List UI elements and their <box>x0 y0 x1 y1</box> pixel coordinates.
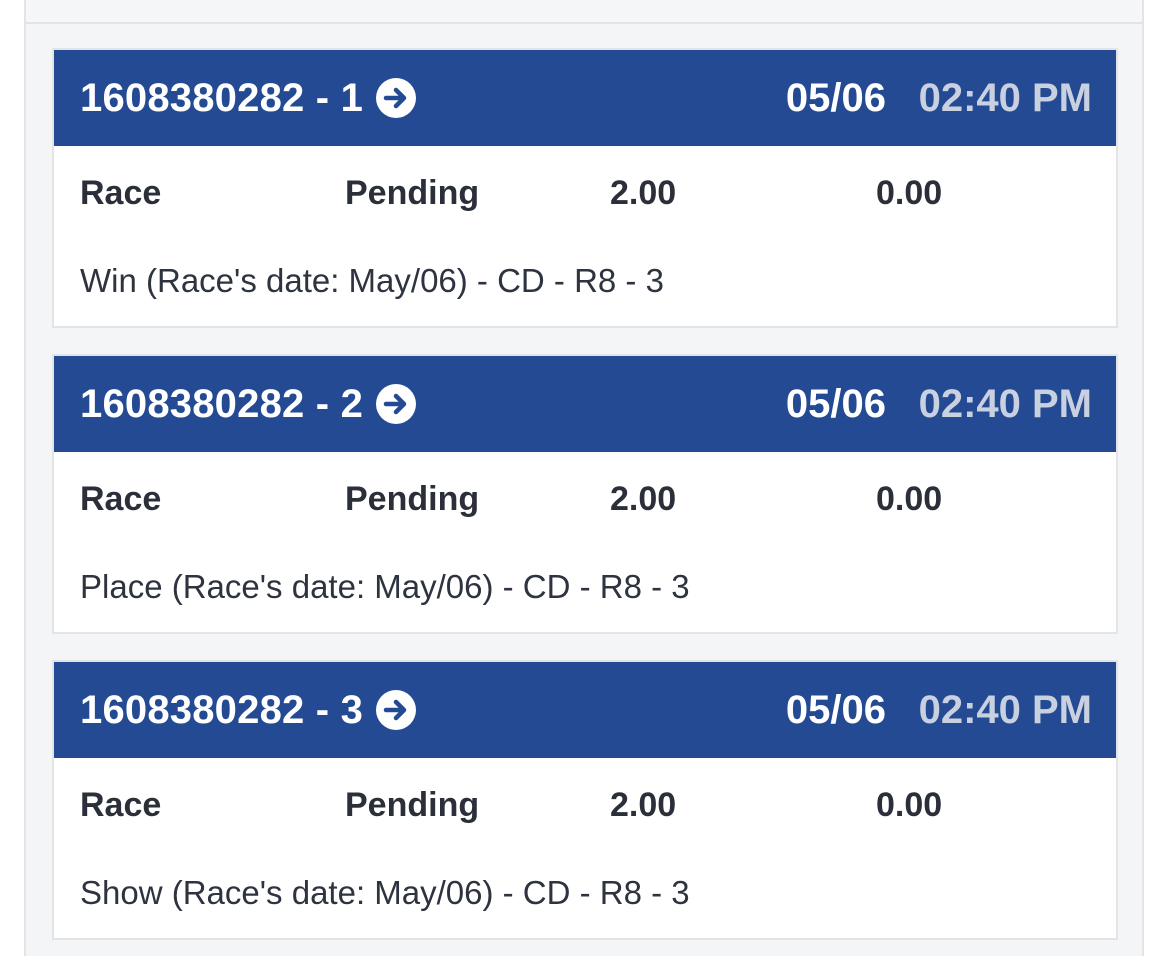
ticket-header: 1608380282 - 1 05/06 02:40 PM <box>54 50 1116 146</box>
ticket-type: Race <box>80 786 162 824</box>
ticket-date: 05/06 <box>785 688 886 732</box>
arrow-circle-right-icon[interactable] <box>375 689 417 731</box>
ticket-type: Race <box>80 480 162 518</box>
ticket-header: 1608380282 - 2 05/06 02:40 PM <box>54 356 1116 452</box>
ticket-description: Show (Race's date: May/06) - CD - R8 - 3 <box>80 874 690 911</box>
ticket-description: Win (Race's date: May/06) - CD - R8 - 3 <box>80 262 664 299</box>
ticket-status: Pending <box>345 786 480 824</box>
ticket-card: 1608380282 - 3 05/06 02:40 PM Race Pendi… <box>52 660 1118 940</box>
ticket-date: 05/06 <box>785 76 886 120</box>
ticket-header: 1608380282 - 3 05/06 02:40 PM <box>54 662 1116 758</box>
ticket-time: 02:40 PM <box>918 688 1092 732</box>
previous-section-edge <box>26 0 1142 24</box>
ticket-amount: 2.00 <box>610 174 677 212</box>
ticket-status: Pending <box>345 174 480 212</box>
ticket-type: Race <box>80 174 162 212</box>
ticket-payout: 0.00 <box>876 174 943 212</box>
ticket-payout: 0.00 <box>876 786 943 824</box>
ticket-list-container: 1608380282 - 1 05/06 02:40 PM Race Pendi… <box>24 0 1144 956</box>
arrow-circle-right-icon[interactable] <box>375 383 417 425</box>
ticket-card: 1608380282 - 2 05/06 02:40 PM Race Pendi… <box>52 354 1118 634</box>
ticket-payout: 0.00 <box>876 480 943 518</box>
ticket-time: 02:40 PM <box>918 76 1092 120</box>
ticket-status: Pending <box>345 480 480 518</box>
arrow-circle-right-icon[interactable] <box>375 77 417 119</box>
ticket-amount: 2.00 <box>610 480 677 518</box>
ticket-cards: 1608380282 - 1 05/06 02:40 PM Race Pendi… <box>52 48 1118 966</box>
ticket-description: Place (Race's date: May/06) - CD - R8 - … <box>80 568 690 605</box>
ticket-amount: 2.00 <box>610 786 677 824</box>
ticket-id[interactable]: 1608380282 - 3 <box>80 662 363 758</box>
ticket-time: 02:40 PM <box>918 382 1092 426</box>
ticket-id[interactable]: 1608380282 - 2 <box>80 356 363 452</box>
ticket-date: 05/06 <box>785 382 886 426</box>
ticket-card: 1608380282 - 1 05/06 02:40 PM Race Pendi… <box>52 48 1118 328</box>
ticket-id[interactable]: 1608380282 - 1 <box>80 50 363 146</box>
